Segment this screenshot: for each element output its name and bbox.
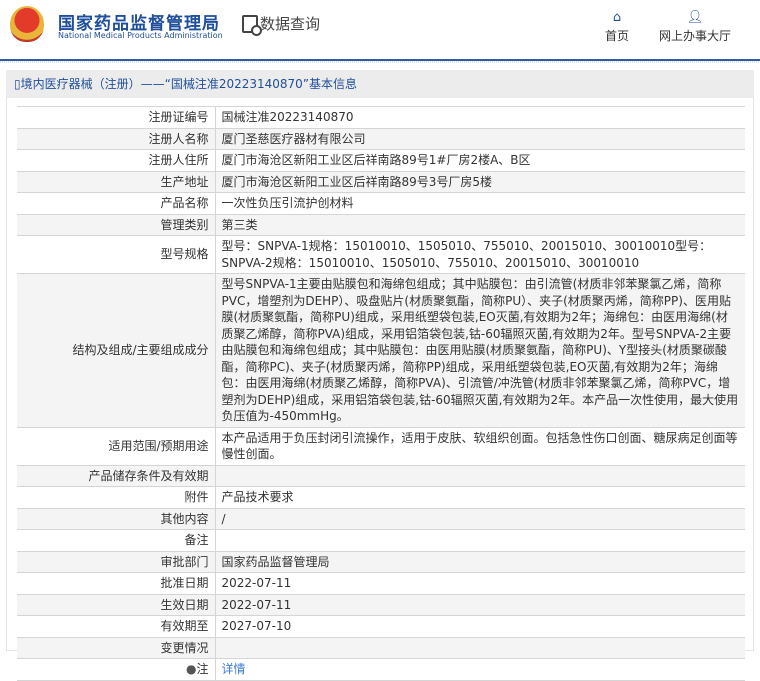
row-label: 产品名称: [17, 192, 216, 215]
row-value: 2022-07-11: [215, 593, 745, 616]
row-label: 附件: [17, 486, 216, 509]
nav-online-hall-label: 网上办事大厅: [659, 29, 732, 43]
home-icon: ⌂: [612, 10, 622, 25]
row-value: 产品技术要求: [215, 486, 745, 509]
table-row: 生产地址 厦门市海沧区新阳工业区后祥南路89号3号厂房5楼: [17, 170, 745, 193]
row-label: 结构及组成/主要组成成分: [17, 273, 216, 428]
row-label: 型号规格: [17, 235, 216, 274]
row-label: 注册人名称: [17, 127, 216, 150]
table-row: 结构及组成/主要组成成分 型号SNPVA-1主要由贴膜包和海绵包组成；其中贴膜包：…: [17, 273, 745, 428]
data-query-label: 数据查询: [260, 15, 321, 33]
logo-subtitle: National Medical Products Administration: [58, 31, 223, 40]
row-label: 批准日期: [17, 572, 216, 595]
page-title: ▯境内医疗器械（注册）——“国械注准20223140870”基本信息: [6, 70, 754, 98]
row-label: 有效期至: [17, 615, 216, 638]
national-emblem-logo: [10, 6, 44, 42]
document-icon: ▯: [14, 77, 21, 91]
note-row: ●注 详情: [17, 658, 745, 681]
row-value: 厦门市海沧区新阳工业区后祥南路89号3号厂房5楼: [215, 170, 745, 193]
table-row: 有效期至 2027-07-10: [17, 615, 745, 638]
table-row: 其他内容 /: [17, 507, 745, 530]
row-label: 备注: [17, 529, 216, 552]
row-label: 注册人住所: [17, 149, 216, 172]
row-value: 2022-07-11: [215, 572, 745, 595]
document-search-icon: [242, 14, 262, 36]
row-value: 2027-07-10: [215, 615, 745, 638]
table-row: 适用范围/预期用途 本产品适用于负压封闭引流操作，适用于皮肤、软组织创面。包括急性…: [17, 426, 745, 466]
page-title-text: 境内医疗器械（注册）——“国械注准20223140870”基本信息: [20, 77, 358, 91]
row-label: 变更情况: [17, 636, 216, 659]
data-query-title: 数据查询: [242, 13, 321, 36]
header-divider: [0, 59, 760, 63]
row-value: 本产品适用于负压封闭引流操作，适用于皮肤、软组织创面。包括急性伤口创面、糖尿病足…: [215, 426, 745, 466]
table-row: 批准日期 2022-07-11: [17, 572, 745, 595]
details-link[interactable]: 详情: [222, 662, 246, 676]
row-label: 注册证编号: [17, 106, 216, 129]
table-row: 注册证编号 国械注准20223140870: [17, 106, 745, 129]
site-header: 国家药品监督管理局 National Medical Products Admi…: [0, 0, 760, 60]
nav-home-label: 首页: [605, 29, 630, 43]
row-label: 其他内容: [17, 507, 216, 530]
row-value: [215, 464, 745, 487]
row-value: 厦门圣慈医疗器材有限公司: [215, 127, 745, 150]
row-label: 管理类别: [17, 213, 216, 236]
table-row: 备注: [17, 529, 745, 552]
row-label: 审批部门: [17, 550, 216, 573]
nav-home[interactable]: ⌂ 首页: [605, 10, 629, 44]
row-label: 生效日期: [17, 593, 216, 616]
row-value: 国家药品监督管理局: [215, 550, 745, 573]
row-value: /: [215, 507, 745, 530]
user-icon: 👤︎: [686, 10, 704, 25]
table-row: 注册人住所 厦门市海沧区新阳工业区后祥南路89号1#厂房2楼A、B区: [17, 149, 745, 172]
table-row: 生效日期 2022-07-11: [17, 593, 745, 616]
table-row: 产品储存条件及有效期: [17, 464, 745, 487]
table-row: 产品名称 一次性负压引流护创材料: [17, 192, 745, 215]
row-label: 生产地址: [17, 170, 216, 193]
table-row: 注册人名称 厦门圣慈医疗器材有限公司: [17, 127, 745, 150]
row-label: 适用范围/预期用途: [17, 426, 216, 466]
row-value: 型号SNPVA-1主要由贴膜包和海绵包组成；其中贴膜包：由引流管(材质非邻苯聚氯…: [215, 273, 745, 428]
info-table: 注册证编号 国械注准20223140870 注册人名称 厦门圣慈医疗器材有限公司 注册人…: [17, 106, 745, 681]
table-row: 管理类别 第三类: [17, 213, 745, 236]
note-label: ●注: [17, 658, 216, 681]
pin-icon: ●: [186, 662, 197, 676]
row-value: [215, 529, 745, 552]
nav-online-hall[interactable]: 👤︎ 网上办事大厅: [659, 10, 731, 44]
row-value: 国械注准20223140870: [215, 106, 745, 129]
table-row: 附件 产品技术要求: [17, 486, 745, 509]
row-value: 第三类: [215, 213, 745, 236]
table-row: 型号规格 型号：SNPVA-1规格：15010010、1505010、755010…: [17, 235, 745, 274]
row-label: 产品储存条件及有效期: [17, 464, 216, 487]
row-value: 厦门市海沧区新阳工业区后祥南路89号1#厂房2楼A、B区: [215, 149, 745, 172]
table-row: 变更情况: [17, 636, 745, 659]
row-value: 一次性负压引流护创材料: [215, 192, 745, 215]
row-value: [215, 636, 745, 659]
note-label-text: 注: [196, 662, 209, 676]
table-row: 审批部门 国家药品监督管理局: [17, 550, 745, 573]
row-value: 型号：SNPVA-1规格：15010010、1505010、755010、200…: [215, 235, 745, 274]
